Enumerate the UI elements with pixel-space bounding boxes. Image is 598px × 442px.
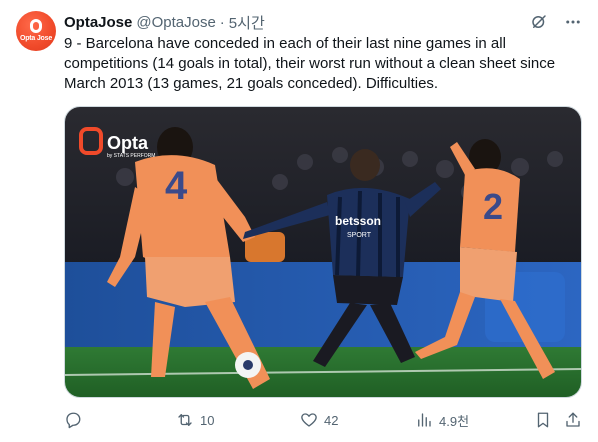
like-count: 42 (324, 412, 339, 428)
like-button[interactable]: 42 (300, 411, 338, 429)
tweet-header: OptaJose @OptaJose · 5시간 (64, 12, 582, 32)
header-actions (530, 13, 582, 31)
views-icon (418, 413, 431, 427)
timestamp[interactable]: 5시간 (229, 12, 265, 33)
grok-icon[interactable] (530, 13, 548, 31)
avatar[interactable]: Opta Jose (16, 11, 56, 51)
opta-logo-subtext: by STATS PERFORM (107, 153, 155, 159)
share-icon (566, 412, 580, 427)
views-count: 4.9천 (439, 413, 470, 429)
player-right-number: 2 (483, 186, 503, 227)
retweet-icon (178, 414, 192, 426)
reply-icon (66, 412, 81, 429)
tweet-image[interactable]: 4 betsson SPORT 2 Opta by STATS PERFORM (64, 106, 582, 398)
user-handle[interactable]: @OptaJose (136, 14, 215, 31)
sponsor-subtext: SPORT (347, 232, 372, 239)
display-name[interactable]: OptaJose (64, 14, 132, 31)
retweet-count: 10 (200, 412, 215, 428)
views-button[interactable]: 4.9천 (415, 411, 469, 430)
share-button[interactable] (564, 411, 582, 429)
sponsor-text: betsson (335, 214, 381, 228)
reply-button[interactable] (64, 411, 88, 429)
separator-dot: · (219, 13, 225, 31)
bookmark-icon (537, 412, 549, 428)
player-left-number: 4 (165, 164, 188, 208)
football (235, 352, 261, 378)
bookmark-button[interactable] (534, 411, 552, 429)
heart-icon (301, 413, 317, 427)
more-icon[interactable] (564, 13, 582, 31)
avatar-text: Opta Jose (19, 34, 53, 42)
tweet-text: 9 - Barcelona have conceded in each of t… (64, 35, 556, 92)
opta-logo-text: Opta (107, 133, 149, 153)
opta-logo-icon (30, 18, 42, 33)
retweet-button[interactable]: 10 (176, 411, 214, 429)
tweet-actions: 10 42 4.9천 (64, 408, 582, 432)
